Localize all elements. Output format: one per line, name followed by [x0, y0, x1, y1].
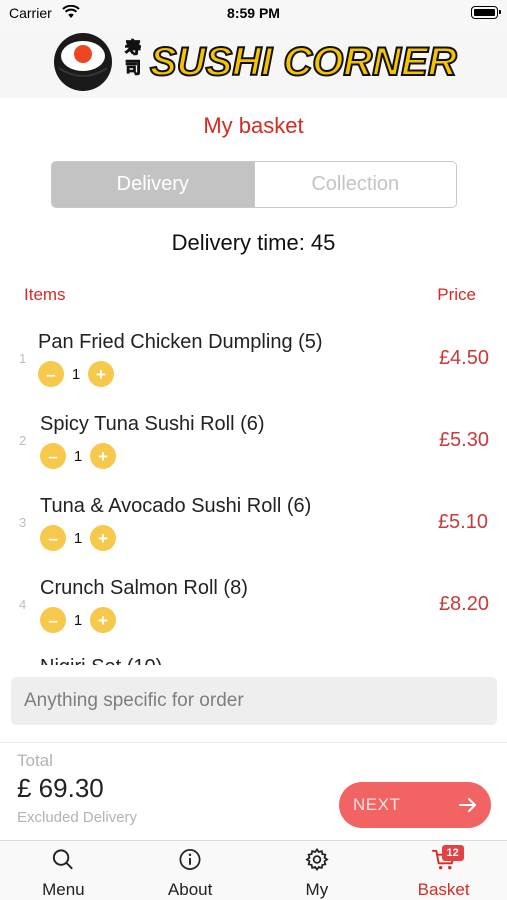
- total-label: Total: [17, 751, 53, 770]
- decrease-quantity-button[interactable]: –: [40, 443, 66, 469]
- decrease-quantity-button[interactable]: –: [40, 607, 66, 633]
- quantity-stepper: – 1 +: [38, 361, 114, 387]
- total-amount: £ 69.30: [17, 773, 104, 803]
- item-name: Pan Fried Chicken Dumpling (5): [38, 331, 323, 353]
- bottom-tab-bar: Menu About My 12 Basket: [0, 840, 507, 900]
- tab-basket[interactable]: 12 Basket: [380, 841, 507, 900]
- increase-quantity-button[interactable]: +: [88, 361, 114, 387]
- info-icon: [179, 849, 201, 870]
- decrease-quantity-button[interactable]: –: [38, 361, 64, 387]
- tab-label: Menu: [42, 880, 85, 899]
- tab-label: About: [167, 880, 213, 899]
- tab-menu[interactable]: Menu: [0, 841, 127, 900]
- basket-row: 1 Pan Fried Chicken Dumpling (5) – 1 + £…: [0, 318, 507, 400]
- battery-icon: [471, 6, 501, 19]
- basket-row: Nigiri Set (10): [0, 646, 507, 665]
- order-type-segmented-control: Delivery Collection: [51, 161, 457, 208]
- quantity-stepper: – 1 +: [40, 525, 116, 551]
- quantity-value: 1: [73, 611, 83, 629]
- delivery-time: Delivery time: 45: [171, 230, 336, 255]
- quantity-value: 1: [73, 529, 83, 547]
- tab-collection[interactable]: Collection: [253, 162, 456, 207]
- item-price: £8.20: [438, 593, 489, 615]
- basket-row: 2 Spicy Tuna Sushi Roll (6) – 1 + £5.30: [0, 400, 507, 482]
- item-name: Crunch Salmon Roll (8): [40, 577, 248, 599]
- tab-label: Basket: [417, 880, 470, 899]
- item-price: £5.10: [437, 511, 488, 533]
- tab-about[interactable]: About: [127, 841, 254, 900]
- increase-quantity-button[interactable]: +: [90, 443, 116, 469]
- logo-kanji: 寿司: [124, 40, 141, 78]
- increase-quantity-button[interactable]: +: [90, 525, 116, 551]
- order-notes-field: [11, 677, 497, 725]
- clock: 8:59 PM: [227, 5, 280, 21]
- item-name: Tuna & Avocado Sushi Roll (6): [40, 495, 312, 517]
- basket-row: 3 Tuna & Avocado Sushi Roll (6) – 1 + £5…: [0, 482, 507, 564]
- quantity-value: 1: [73, 447, 83, 465]
- total-note: Excluded Delivery: [17, 809, 138, 826]
- quantity-stepper: – 1 +: [40, 607, 116, 633]
- search-icon: [53, 849, 73, 870]
- price-column-header: Price: [437, 285, 476, 304]
- item-name: Spicy Tuna Sushi Roll (6): [40, 413, 265, 435]
- divider: [0, 742, 507, 743]
- row-index: 2: [19, 433, 27, 448]
- next-button[interactable]: NEXT: [339, 782, 491, 828]
- row-index: 3: [19, 515, 27, 530]
- item-price: £4.50: [438, 347, 489, 369]
- item-price: £5.30: [438, 429, 489, 451]
- item-name: Nigiri Set (10): [40, 656, 162, 665]
- tab-my[interactable]: My: [254, 841, 381, 900]
- gear-icon: [305, 847, 329, 872]
- decrease-quantity-button[interactable]: –: [40, 525, 66, 551]
- row-index: 1: [19, 351, 27, 366]
- next-button-label: NEXT: [353, 795, 401, 814]
- row-index: 4: [19, 597, 27, 612]
- items-column-header: Items: [24, 285, 66, 304]
- cart-count-badge: 12: [441, 845, 464, 861]
- tab-delivery[interactable]: Delivery: [52, 162, 254, 207]
- status-bar: Carrier 8:59 PM: [0, 0, 507, 26]
- quantity-stepper: – 1 +: [40, 443, 116, 469]
- increase-quantity-button[interactable]: +: [90, 607, 116, 633]
- logo-text: SUSHI CORNER: [149, 39, 458, 85]
- logo-header: 寿司 SUSHI CORNER: [0, 26, 507, 98]
- quantity-value: 1: [71, 365, 81, 383]
- basket-row: 4 Crunch Salmon Roll (8) – 1 + £8.20: [0, 564, 507, 646]
- sushi-logo-icon: [54, 33, 112, 91]
- basket-list[interactable]: 1 Pan Fried Chicken Dumpling (5) – 1 + £…: [0, 318, 507, 665]
- order-notes-input[interactable]: [11, 677, 497, 725]
- tab-label: My: [305, 880, 329, 899]
- page-title: My basket: [203, 113, 304, 138]
- arrow-right-icon: [459, 798, 476, 812]
